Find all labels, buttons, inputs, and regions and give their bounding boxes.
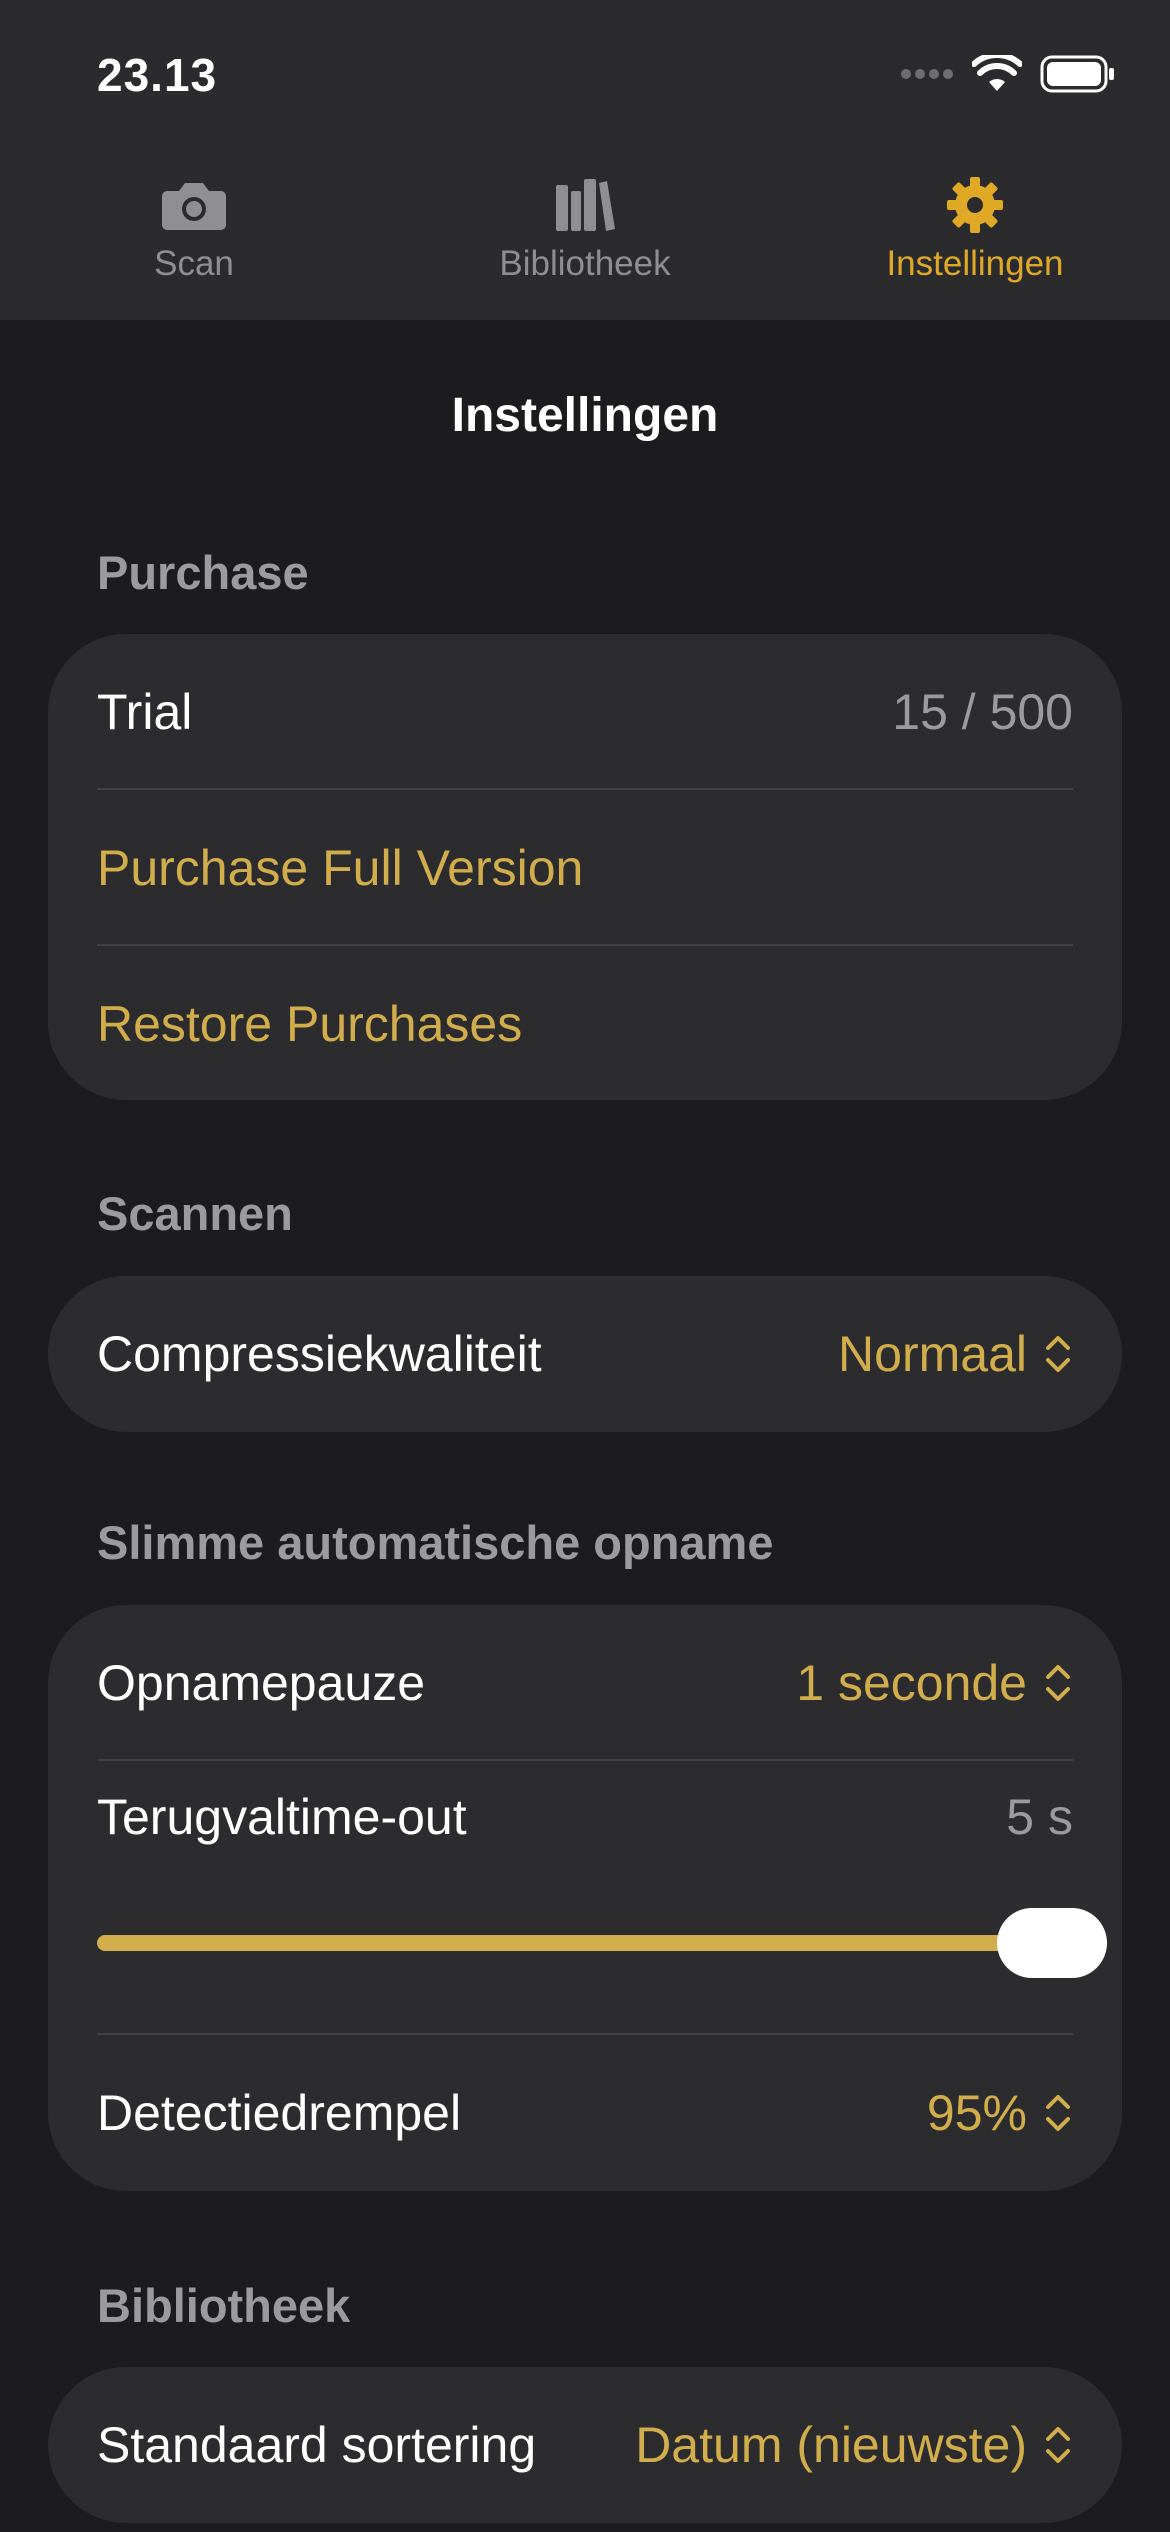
- trial-row: Trial 15 / 500: [97, 634, 1073, 790]
- purchase-full-version-label: Purchase Full Version: [97, 840, 584, 896]
- wifi-icon: [972, 55, 1022, 91]
- timeout-label: Terugvaltime-out: [97, 1789, 467, 1845]
- trial-value: 15 / 500: [892, 684, 1073, 740]
- chevron-up-down-icon: [1046, 2095, 1070, 2131]
- tab-instellingen-label: Instellingen: [886, 244, 1064, 283]
- threshold-label: Detectiedrempel: [97, 2085, 462, 2141]
- section-header-scannen: Scannen: [97, 1187, 293, 1240]
- pause-label: Opnamepauze: [97, 1655, 426, 1711]
- sort-row: Standaard sortering Datum (nieuwste): [97, 2367, 1073, 2523]
- books-icon: [556, 179, 615, 231]
- slider-thumb[interactable]: [997, 1908, 1107, 1978]
- gear-icon: [947, 177, 1003, 233]
- timeout-row: Terugvaltime-out 5 s: [97, 1761, 1073, 1873]
- section-header-smart-capture: Slimme automatische opname: [97, 1516, 774, 1569]
- smart-capture-card: Opnamepauze 1 seconde Terugvaltime-out 5…: [48, 1605, 1122, 2191]
- scannen-card: Compressiekwaliteit Normaal: [48, 1276, 1122, 1432]
- restore-purchases-label: Restore Purchases: [97, 996, 523, 1052]
- camera-icon: [162, 183, 226, 230]
- sort-label: Standaard sortering: [97, 2417, 537, 2473]
- purchase-card: Trial 15 / 500 Purchase Full Version Res…: [48, 634, 1122, 1100]
- sort-picker[interactable]: Datum (nieuwste): [635, 2416, 1073, 2474]
- tab-scan[interactable]: Scan: [44, 170, 344, 284]
- compression-value: Normaal: [838, 1326, 1027, 1382]
- tab-bar: Scan Bibliotheek Instellingen: [0, 170, 1170, 300]
- section-header-purchase: Purchase: [97, 546, 309, 599]
- chevron-up-down-icon: [1046, 1336, 1070, 1372]
- threshold-picker[interactable]: 95%: [927, 2084, 1073, 2142]
- chevron-up-down-icon: [1046, 1665, 1070, 1701]
- library-card: Standaard sortering Datum (nieuwste): [48, 2367, 1122, 2523]
- tab-bibliotheek-label: Bibliotheek: [499, 244, 671, 283]
- pause-value: 1 seconde: [796, 1655, 1027, 1711]
- section-header-bibliotheek: Bibliotheek: [97, 2279, 351, 2332]
- page-title: Instellingen: [451, 389, 719, 442]
- slider-track: [97, 1935, 1107, 1951]
- threshold-row: Detectiedrempel 95%: [97, 2035, 1073, 2191]
- tab-bibliotheek[interactable]: Bibliotheek: [435, 170, 735, 284]
- threshold-value: 95%: [926, 2085, 1027, 2141]
- pause-picker[interactable]: 1 seconde: [796, 1654, 1073, 1712]
- compression-label: Compressiekwaliteit: [97, 1326, 542, 1382]
- battery-icon: [1040, 55, 1114, 93]
- chevron-up-down-icon: [1046, 2427, 1070, 2463]
- sort-value: Datum (nieuwste): [635, 2417, 1027, 2473]
- status-icons: [900, 52, 1116, 96]
- pause-row: Opnamepauze 1 seconde: [97, 1605, 1073, 1761]
- timeout-value: 5 s: [1006, 1789, 1073, 1845]
- signal-icon: [901, 69, 953, 79]
- top-bar: 23.13 Scan Bibliotheek Instellingen: [0, 0, 1170, 320]
- compression-picker[interactable]: Normaal: [838, 1325, 1073, 1383]
- compression-row: Compressiekwaliteit Normaal: [97, 1276, 1073, 1432]
- status-time: 23.13: [97, 49, 218, 101]
- tab-instellingen[interactable]: Instellingen: [825, 170, 1125, 284]
- purchase-full-version-button[interactable]: Purchase Full Version: [97, 790, 1073, 946]
- restore-purchases-button[interactable]: Restore Purchases: [97, 946, 1073, 1102]
- tab-scan-label: Scan: [154, 244, 234, 283]
- trial-label: Trial: [97, 684, 193, 740]
